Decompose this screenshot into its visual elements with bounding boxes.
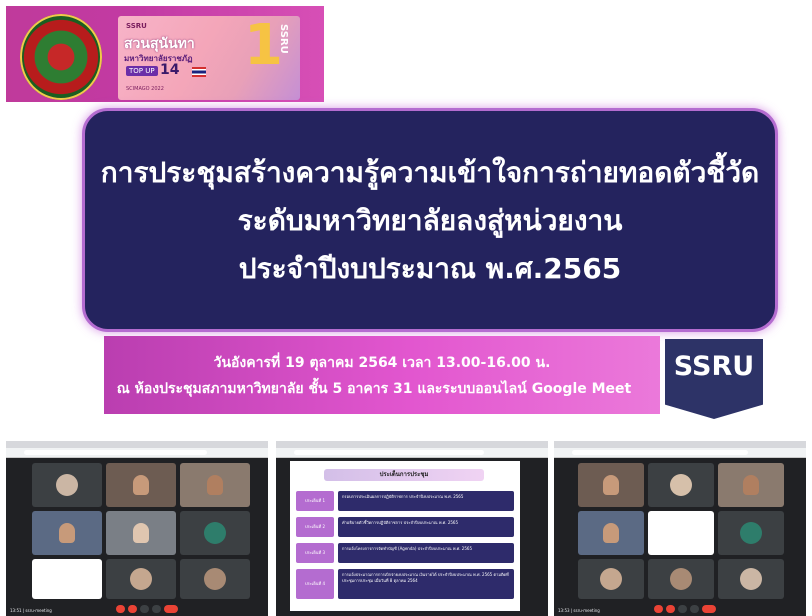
meeting-date: วันอังคารที่ 19 ตุลาคม 2564 เวลา 13.00-1… [213,355,551,371]
shared-slide: ประเด็นการประชุม ประเด็นที่ 1 กรอบการประ… [290,461,520,611]
browser-address-bar[interactable] [276,448,548,458]
participant-tile[interactable] [180,511,250,555]
ssru-badge: SSRU [665,339,763,419]
banner-brand: SSRU [126,22,147,30]
mic-icon[interactable] [654,605,663,613]
agenda-row: ประเด็นที่ 1 กรอบการประเมินผลการปฏิบัติร… [296,491,514,511]
camera-icon[interactable] [128,605,137,613]
leave-call-icon[interactable] [702,605,716,613]
title-line-1: การประชุมสร้างความรู้ความเข้าใจการถ่ายทอ… [100,156,760,189]
agenda-row-label: ประเด็นที่ 2 [296,517,334,537]
more-options-icon[interactable] [152,605,161,613]
meeting-venue: ณ ห้องประชุมสภามหาวิทยาลัย ชั้น 5 อาคาร … [116,381,632,397]
meet-time: 13:51 | ssru-meeting [10,608,52,613]
participant-tile[interactable] [648,463,714,507]
meeting-info-bar: วันอังคารที่ 19 ตุลาคม 2564 เวลา 13.00-1… [104,336,660,414]
agenda-row-label: ประเด็นที่ 4 [296,569,334,599]
agenda-row: ประเด็นที่ 3 การแจ้งโครงการการจัดทำบัญชี… [296,543,514,563]
agenda-row-label: ประเด็นที่ 1 [296,491,334,511]
mic-icon[interactable] [116,605,125,613]
browser-tabs[interactable] [554,441,806,448]
banner-side-text: SSRU [278,24,289,54]
meet-control-bar: 13:51 | ssru-meeting [6,602,268,616]
ranking-banner: SSRU สวนสุนันทา มหาวิทยาลัยราชภัฏ TOP UP… [118,16,300,100]
agenda-heading: ประเด็นการประชุม [324,469,484,481]
meet-control-bar: 13:53 | ssru-meeting [554,602,806,616]
browser-tabs[interactable] [276,441,548,448]
leave-call-icon[interactable] [164,605,178,613]
browser-tabs[interactable] [6,441,268,448]
agenda-row-text: การแจ้งโครงการการจัดทำบัญชี (Agenda) ประ… [338,543,514,563]
participant-tile[interactable] [180,463,250,507]
camera-icon[interactable] [666,605,675,613]
participant-tile[interactable] [718,511,784,555]
banner-rank-label: TOP UP [126,66,158,76]
agenda-row-text: คำอธิบายตัวชี้วัดการปฏิบัติราชการ ประจำป… [338,517,514,537]
agenda-row: ประเด็นที่ 4 การแจ้งประมาณการการเบิกจ่าย… [296,569,514,599]
title-line-2: ระดับมหาวิทยาลัยลงสู่หน่วยงาน [237,204,623,237]
agenda-row-text: การแจ้งประมาณการการเบิกจ่ายงบประมาณ เงิน… [338,569,514,599]
banner-footer: SCIMAGO 2022 [126,86,164,92]
meet-screenshot-left: 13:51 | ssru-meeting [6,441,268,616]
university-seal-logo [20,14,102,100]
browser-address-bar[interactable] [6,448,268,458]
participant-tile[interactable] [718,559,784,599]
more-options-icon[interactable] [690,605,699,613]
meet-screenshot-right: 13:53 | ssru-meeting [554,441,806,616]
ssru-badge-text: SSRU [673,351,755,382]
participant-tile[interactable] [578,463,644,507]
meet-time: 13:53 | ssru-meeting [558,608,600,613]
present-icon[interactable] [140,605,149,613]
banner-rank-number: 14 [160,62,180,78]
participant-tile[interactable] [180,559,250,599]
agenda-row-text: กรอบการประเมินผลการปฏิบัติราชการ ประจำปี… [338,491,514,511]
title-box: การประชุมสร้างความรู้ความเข้าใจการถ่ายทอ… [82,108,778,332]
participant-tile[interactable] [648,559,714,599]
present-icon[interactable] [678,605,687,613]
participant-tile[interactable] [106,511,176,555]
participant-tile[interactable] [578,559,644,599]
participant-tile[interactable] [648,511,714,555]
participant-tile[interactable] [106,463,176,507]
participant-tile[interactable] [578,511,644,555]
presentation-slide: SSRU สวนสุนันทา มหาวิทยาลัยราชภัฏ TOP UP… [6,6,806,429]
agenda-row: ประเด็นที่ 2 คำอธิบายตัวชี้วัดการปฏิบัติ… [296,517,514,537]
thai-flag-icon [192,67,206,77]
participant-tile[interactable] [32,511,102,555]
participant-tile[interactable] [106,559,176,599]
participant-tile[interactable] [32,559,102,599]
agenda-row-label: ประเด็นที่ 3 [296,543,334,563]
banner-subtitle: มหาวิทยาลัยราชภัฏ [124,54,193,63]
participant-tile[interactable] [718,463,784,507]
participant-tile[interactable] [32,463,102,507]
browser-address-bar[interactable] [554,448,806,458]
meet-screenshot-presentation: ประเด็นการประชุม ประเด็นที่ 1 กรอบการประ… [276,441,548,616]
title-line-3: ประจำปีงบประมาณ พ.ศ.2565 [238,252,622,285]
